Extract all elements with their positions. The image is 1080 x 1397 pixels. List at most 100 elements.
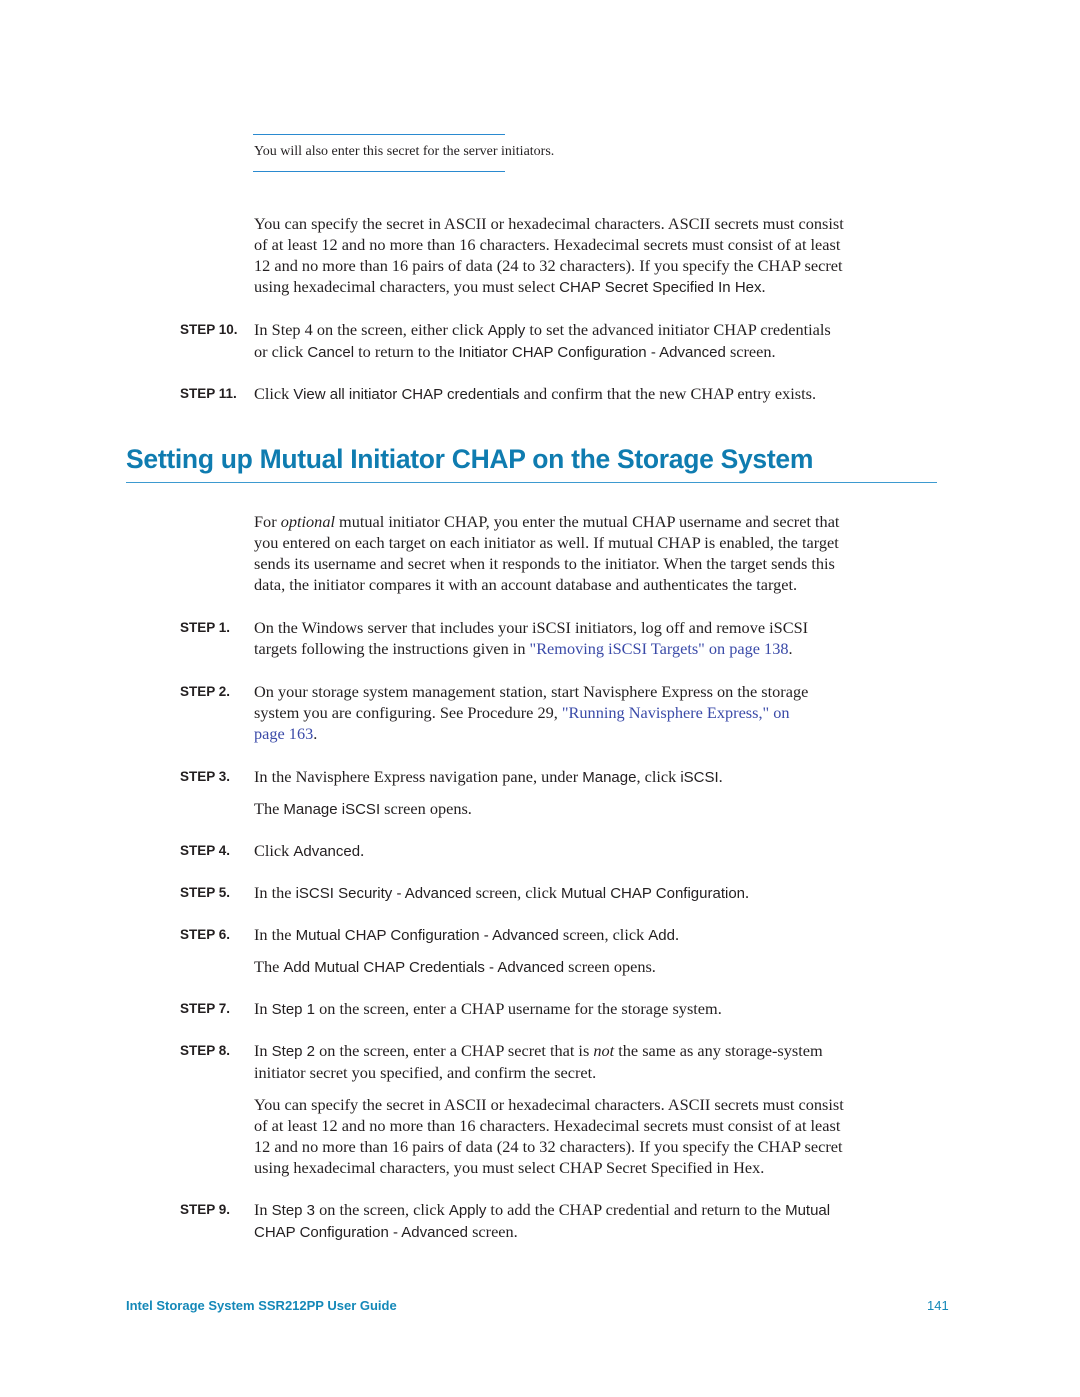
section-heading: Setting up Mutual Initiator CHAP on the … — [126, 442, 937, 483]
text-span: targets following the instructions given… — [254, 639, 530, 658]
text-span: Click — [254, 841, 294, 860]
text-line: using hexadecimal characters, you must s… — [254, 276, 954, 298]
text-line: targets following the instructions given… — [254, 638, 954, 659]
cross-reference-link[interactable]: page 163 — [254, 724, 313, 743]
text-line: page 163. — [254, 723, 954, 744]
text-span: In — [254, 999, 272, 1018]
text-line: of at least 12 and no more than 16 chara… — [254, 1116, 841, 1135]
step-label: STEP 8. — [180, 1043, 231, 1058]
step-label: STEP 7. — [180, 1001, 231, 1016]
ui-term: Mutual — [785, 1202, 831, 1219]
text-span: The — [254, 799, 284, 818]
step-note: You can specify the secret in ASCII or h… — [254, 1094, 954, 1178]
text-span: In the Navisphere Express navigation pan… — [254, 767, 583, 786]
step-label: STEP 10. — [180, 322, 238, 337]
note-bottom-rule — [253, 171, 505, 172]
text-line: you entered on each target on each initi… — [254, 533, 839, 552]
step-4-text: Click Advanced. — [254, 840, 954, 862]
step-2-text: On your storage system management statio… — [254, 681, 954, 744]
text-line: In the Navisphere Express navigation pan… — [254, 766, 954, 788]
text-span: screen opens. — [564, 957, 656, 976]
text-span: to return to the — [354, 342, 459, 361]
text-line: Click View all initiator CHAP credential… — [254, 383, 954, 405]
step-label: STEP 6. — [180, 927, 231, 942]
note-text: You will also enter this secret for the … — [254, 144, 555, 159]
text-span: , click — [636, 767, 681, 786]
text-span: system you are configuring. See Procedur… — [254, 703, 562, 722]
text-span: In — [254, 1041, 272, 1060]
ui-term: Mutual CHAP Configuration - Advanced — [295, 927, 559, 944]
text-span: mutual initiator CHAP, you enter the mut… — [334, 512, 840, 531]
text-line: Click Advanced. — [254, 840, 954, 862]
text-span: . — [718, 767, 723, 786]
text-line: In Step 1 on the screen, enter a CHAP us… — [254, 998, 954, 1020]
text-span: For — [254, 512, 281, 531]
text-line: You can specify the secret in ASCII or h… — [254, 214, 844, 233]
ui-term: Initiator CHAP Configuration - Advanced — [458, 344, 726, 361]
ui-term: Step 2 — [271, 1043, 316, 1060]
text-line: using hexadecimal characters, you must s… — [254, 1158, 765, 1177]
text-line: 12 and no more than 16 pairs of data (24… — [254, 1137, 843, 1156]
step-1-text: On the Windows server that includes your… — [254, 617, 954, 659]
emphasis: optional — [280, 512, 335, 531]
text-line: 12 and no more than 16 pairs of data (24… — [254, 256, 843, 275]
text-span: In the — [254, 925, 296, 944]
text-span: . — [788, 639, 793, 658]
step-3-text: In the Navisphere Express navigation pan… — [254, 766, 954, 820]
ui-term: iSCSI Security - Advanced — [295, 885, 472, 902]
text-span: the same as any storage-system — [614, 1041, 823, 1060]
text-span: or click — [254, 342, 308, 361]
ui-term: Manage — [582, 769, 637, 786]
ui-term: Apply — [487, 322, 526, 339]
text-span: . — [761, 277, 766, 296]
cross-reference-link[interactable]: "Removing iSCSI Targets" on page 138 — [530, 639, 789, 658]
text-span: In — [254, 1200, 272, 1219]
text-span: Click — [254, 384, 294, 403]
text-line: or click Cancel to return to the Initiat… — [254, 341, 954, 363]
step-8-text: In Step 2 on the screen, enter a CHAP se… — [254, 1040, 954, 1178]
step-label: STEP 11. — [180, 386, 237, 401]
cross-reference-link[interactable]: "Running Navisphere Express," on — [562, 703, 790, 722]
step-6-text: In the Mutual CHAP Configuration - Advan… — [254, 924, 954, 978]
text-span: The — [254, 957, 284, 976]
step-label: STEP 4. — [180, 843, 231, 858]
emphasis: not — [593, 1041, 615, 1060]
step-result: The Manage iSCSI screen opens. — [254, 798, 954, 820]
text-span: using hexadecimal characters, you must s… — [254, 277, 560, 296]
text-span: screen, click — [471, 883, 562, 902]
text-span: on the screen, click — [315, 1200, 449, 1219]
step-9-text: In Step 3 on the screen, click Apply to … — [254, 1199, 954, 1243]
ui-term: Cancel — [307, 344, 355, 361]
ui-term: Manage iSCSI — [283, 801, 381, 818]
text-span: . — [313, 724, 318, 743]
step-11-text: Click View all initiator CHAP credential… — [254, 383, 954, 405]
ui-term: CHAP Configuration - Advanced — [254, 1224, 469, 1241]
text-span: on the screen, enter a CHAP secret that … — [315, 1041, 594, 1060]
text-span: . — [675, 925, 680, 944]
ui-term: Step 3 — [271, 1202, 316, 1219]
text-line: system you are configuring. See Procedur… — [254, 702, 954, 723]
text-line: sends its username and secret when it re… — [254, 554, 835, 573]
step-label: STEP 3. — [180, 769, 231, 784]
text-span: on the screen, enter a CHAP username for… — [315, 999, 722, 1018]
intro-paragraph: For optional mutual initiator CHAP, you … — [254, 511, 954, 595]
text-line: data, the initiator compares it with an … — [254, 575, 798, 594]
text-line: In the Mutual CHAP Configuration - Advan… — [254, 924, 954, 946]
text-line: In Step 4 on the screen, either click Ap… — [254, 319, 954, 341]
ui-term: Advanced — [293, 843, 361, 860]
text-span: screen opens. — [380, 799, 472, 818]
text-line: In Step 2 on the screen, enter a CHAP se… — [254, 1040, 954, 1062]
text-line: You can specify the secret in ASCII or h… — [254, 1095, 844, 1114]
ui-term: Apply — [448, 1202, 487, 1219]
ui-term: View all initiator CHAP credentials — [293, 386, 520, 403]
text-line: For optional mutual initiator CHAP, you … — [254, 511, 954, 532]
text-span: In the — [254, 883, 296, 902]
text-span: . — [360, 841, 365, 860]
ui-term: Add Mutual CHAP Credentials - Advanced — [283, 959, 565, 976]
ui-term: Mutual CHAP Configuration — [561, 885, 745, 902]
text-line: On your storage system management statio… — [254, 682, 809, 701]
page-number: 141 — [927, 1298, 949, 1313]
step-5-text: In the iSCSI Security - Advanced screen,… — [254, 882, 954, 904]
step-7-text: In Step 1 on the screen, enter a CHAP us… — [254, 998, 954, 1020]
note-box: You will also enter this secret for the … — [253, 134, 555, 172]
